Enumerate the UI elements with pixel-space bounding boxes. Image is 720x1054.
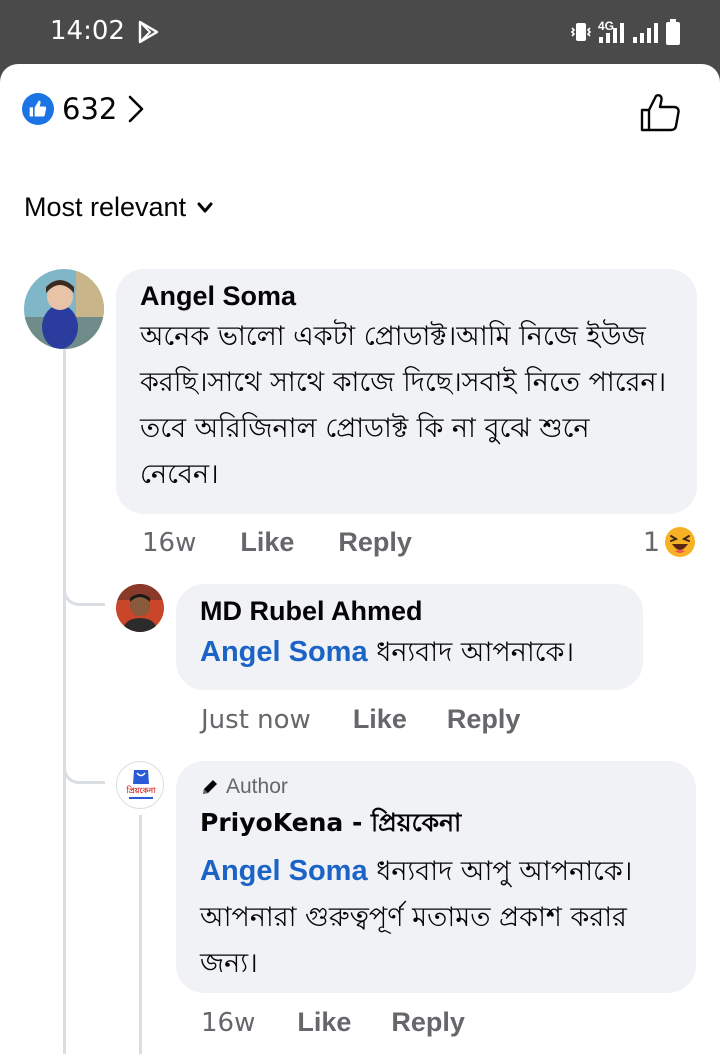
like-action[interactable]: Like [353,704,407,735]
sort-label: Most relevant [24,192,187,222]
reply-text: ধন্যবাদ আপনাকে। [376,637,575,668]
reply-author[interactable]: MD Rubel Ahmed [200,596,619,627]
reply-action[interactable]: Reply [447,704,521,735]
like-action[interactable]: Like [297,1007,351,1038]
signal-icon-sim1 [599,23,624,43]
vibrate-icon [570,23,592,41]
avatar[interactable] [24,269,104,349]
avatar[interactable] [116,584,164,632]
comment-time: 16w [142,527,197,558]
reply-actions: 16w Like Reply [201,1007,465,1038]
status-icons: 4G [570,18,680,46]
comment-author[interactable]: Angel Soma [140,281,673,312]
signal-icon-sim2 [633,23,658,43]
reply-action[interactable]: Reply [391,1007,465,1038]
reply-bubble[interactable]: Author PriyoKena - প্রিয়কেনা Angel Soma… [176,761,696,993]
play-store-icon [138,20,159,44]
page-logo-text: প্রিয়কেনা [126,785,157,795]
mention-link[interactable]: Angel Soma [200,855,368,887]
comment-bubble[interactable]: Angel Soma অনেক ভালো একটা প্রোডাক্ট।আমি … [116,269,697,514]
reply-bubble[interactable]: MD Rubel Ahmed Angel Soma ধন্যবাদ আপনাকে… [176,584,643,690]
status-bar: 14:02 4G [0,0,720,64]
comment-reactions[interactable]: 1 [643,526,696,558]
reply-body: Angel Soma ধন্যবাদ আপু আপনাকে। আপনারা গু… [200,848,672,987]
reply-author[interactable]: PriyoKena - প্রিয়কেনা [200,803,672,846]
thread-line-nested [139,815,142,1054]
comments-sheet: 632 Most relevant Angel Soma অনেক ভালো এ… [0,64,720,1054]
status-time: 14:02 [50,16,125,46]
like-button-icon[interactable] [638,90,682,134]
reply-actions: Just now Like Reply [201,704,520,735]
reply-body: Angel Soma ধন্যবাদ আপনাকে। [200,629,619,676]
comment-actions: 16w Like Reply [142,527,412,558]
haha-emoji-icon [665,527,695,557]
reply-action[interactable]: Reply [338,527,412,558]
reactions-summary[interactable]: 632 [22,92,147,126]
author-badge-label: Author [226,775,288,798]
reply-time: 16w [201,1007,256,1038]
battery-icon [666,19,680,45]
comment-text: অনেক ভালো একটা প্রোডাক্ট।আমি নিজে ইউজ কর… [140,321,667,490]
sort-dropdown[interactable]: Most relevant [24,192,214,223]
reaction-count: 632 [62,92,118,126]
thread-connector [63,754,105,784]
thread-connector [63,576,105,606]
author-badge: Author [200,775,672,799]
thread-line [63,346,66,1054]
like-reaction-icon [22,93,54,125]
comment-reaction-count: 1 [642,526,660,558]
chevron-right-icon [129,95,144,123]
like-action[interactable]: Like [240,527,294,558]
pencil-icon [203,780,217,794]
page-avatar[interactable]: প্রিয়কেনা [116,761,164,809]
chevron-down-icon [197,202,213,212]
reply-time: Just now [201,704,311,735]
mention-link[interactable]: Angel Soma [200,636,368,668]
